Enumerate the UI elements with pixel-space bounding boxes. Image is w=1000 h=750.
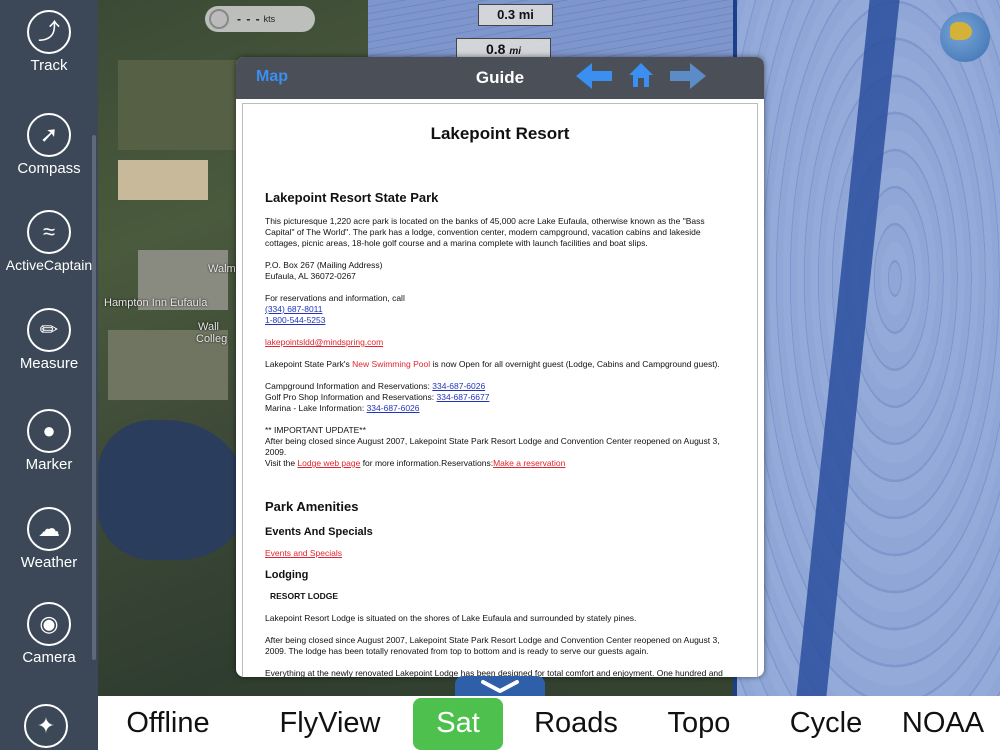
tab-topo[interactable]: Topo	[662, 696, 736, 750]
sidebar-item-weather[interactable]: ☁ Weather	[0, 507, 98, 603]
scale-value: 0.8	[485, 41, 506, 57]
lake-water	[368, 0, 788, 60]
sidebar-item-marker[interactable]: ● Marker	[0, 409, 98, 505]
intro-paragraph: This picturesque 1,220 acre park is loca…	[265, 216, 705, 248]
amenities-heading: Park Amenities	[265, 499, 359, 514]
sidebar-item-label: ActiveCaptain	[5, 257, 93, 273]
contact-label: Marina - Lake Information:	[265, 403, 367, 413]
lodge-paragraph: Lakepoint Resort Lodge is situated on th…	[265, 613, 637, 623]
sidebar-item-track[interactable]: ⤴ Track	[0, 10, 98, 106]
visit-middle: for more information.Reservations:	[360, 458, 494, 468]
forward-arrow-icon[interactable]	[668, 59, 708, 93]
events-block: Events and Specials	[265, 548, 735, 559]
resort-lodge-heading: RESORT LODGE	[270, 591, 339, 601]
scale-unit: mi	[509, 46, 522, 57]
document-title: Lakepoint Resort	[430, 124, 570, 143]
update-heading: ** IMPORTANT UPDATE**	[265, 425, 366, 435]
contact-block: Campground Information and Reservations:…	[265, 381, 735, 414]
sidebar-item-label: Weather	[20, 554, 78, 571]
section-heading: Lakepoint Resort State Park	[265, 190, 439, 205]
speed-gauge[interactable]: - - - kts	[205, 6, 315, 32]
phone-link[interactable]: 334-687-6026	[367, 403, 420, 413]
tab-roads[interactable]: Roads	[530, 696, 622, 750]
map-label-college: Wall	[198, 321, 219, 333]
contact-line: Marina - Lake Information: 334-687-6026	[265, 403, 735, 414]
map-pin-icon: ●	[27, 409, 71, 453]
sidebar: ⤴ Track ➚ Compass ≈ ActiveCaptain ✏ Meas…	[0, 0, 98, 750]
guide-panel: Map Guide Lakepoint Resort Lakepoint Res…	[236, 57, 764, 677]
sidebar-item-activecaptain[interactable]: ≈ ActiveCaptain	[0, 210, 98, 306]
address-line: Eufaula, AL 36072-0267	[265, 271, 356, 281]
cloud-rain-icon: ☁	[27, 507, 71, 551]
phone-link[interactable]: 1-800-544-5253	[265, 315, 735, 326]
home-icon[interactable]	[628, 59, 654, 93]
update-block: ** IMPORTANT UPDATE** After being closed…	[265, 425, 735, 469]
ruler-icon: ✏	[27, 308, 71, 352]
map-type-tabbar: Offline FlyView Sat Roads Topo Cycle NOA…	[98, 696, 1000, 750]
lodge-paragraph: After being closed since August 2007, La…	[265, 635, 720, 656]
pool-prefix: Lakepoint State Park's	[265, 359, 353, 369]
speed-unit: kts	[263, 14, 276, 24]
tab-cycle[interactable]: Cycle	[786, 696, 866, 750]
tab-noaa[interactable]: NOAA	[898, 696, 988, 750]
sidebar-scrollbar[interactable]	[92, 135, 96, 660]
map-label-college: Colleg	[196, 333, 228, 345]
sidebar-item-measure[interactable]: ✏ Measure	[0, 308, 98, 404]
phone-link[interactable]: (334) 687-8011	[265, 304, 735, 315]
contact-line: Golf Pro Shop Information and Reservatio…	[265, 392, 735, 403]
contact-label: Campground Information and Reservations:	[265, 381, 433, 391]
reservations-intro: For reservations and information, call	[265, 293, 405, 303]
sidebar-item-label: Camera	[22, 649, 76, 666]
sidebar-item-label: Track	[30, 57, 68, 74]
pool-suffix: is now Open for all overnight guest (Lod…	[430, 359, 720, 369]
camera-icon: ◉	[27, 602, 71, 646]
map-field	[118, 60, 238, 150]
satellite-icon[interactable]: ✦	[24, 704, 68, 748]
scale-bar-top: 0.3 mi	[478, 4, 553, 26]
visit-prefix: Visit the	[265, 458, 298, 468]
address-block: P.O. Box 267 (Mailing Address) Eufaula, …	[265, 260, 735, 282]
reservation-link[interactable]: Make a reservation	[493, 458, 565, 468]
guide-header: Map Guide	[236, 57, 764, 99]
contact-line: Campground Information and Reservations:…	[265, 381, 735, 392]
tab-offline[interactable]: Offline	[116, 696, 220, 750]
speedometer-icon	[209, 9, 229, 29]
compass-icon: ➚	[27, 113, 71, 157]
email-block: lakepointsldd@mindspring.com	[265, 337, 735, 348]
update-text: After being closed since August 2007, La…	[265, 436, 720, 457]
events-heading: Events And Specials	[265, 526, 373, 538]
visit-line: Visit the Lodge web page for more inform…	[265, 458, 735, 469]
chevron-down-icon[interactable]	[455, 676, 545, 698]
phone-link[interactable]: 334-687-6677	[437, 392, 490, 402]
tab-sat[interactable]: Sat	[413, 698, 503, 750]
contact-label: Golf Pro Shop Information and Reservatio…	[265, 392, 437, 402]
speed-value: - - -	[237, 12, 261, 26]
events-link[interactable]: Events and Specials	[265, 548, 342, 558]
lodge-web-link[interactable]: Lodge web page	[297, 458, 360, 468]
sidebar-item-label: Measure	[19, 355, 79, 372]
pool-link[interactable]: New Swimming Pool	[352, 359, 430, 369]
sidebar-item-compass[interactable]: ➚ Compass	[0, 113, 98, 209]
lodging-heading: Lodging	[265, 569, 309, 581]
pool-paragraph: Lakepoint State Park's New Swimming Pool…	[265, 359, 735, 370]
globe-icon[interactable]	[940, 12, 990, 62]
lake-water	[98, 420, 248, 560]
sidebar-item-camera[interactable]: ◉ Camera	[0, 602, 98, 698]
email-link[interactable]: lakepointsldd@mindspring.com	[265, 337, 383, 347]
track-icon: ⤴	[27, 10, 71, 54]
map-label-hampton: Hampton Inn Eufaula	[104, 297, 208, 309]
activecaptain-icon: ≈	[27, 210, 71, 254]
guide-document[interactable]: Lakepoint Resort Lakepoint Resort State …	[242, 103, 758, 677]
back-arrow-icon[interactable]	[574, 59, 614, 93]
app-screen: Walma Hampton Inn Eufaula Wall Colleg - …	[0, 0, 1000, 750]
reservations-block: For reservations and information, call (…	[265, 293, 735, 326]
tab-flyview[interactable]: FlyView	[274, 696, 386, 750]
map-field	[118, 160, 208, 200]
phone-link[interactable]: 334-687-6026	[432, 381, 485, 391]
sidebar-item-label: Marker	[25, 456, 73, 473]
address-line: P.O. Box 267 (Mailing Address)	[265, 260, 383, 270]
sidebar-item-label: Compass	[17, 160, 81, 177]
